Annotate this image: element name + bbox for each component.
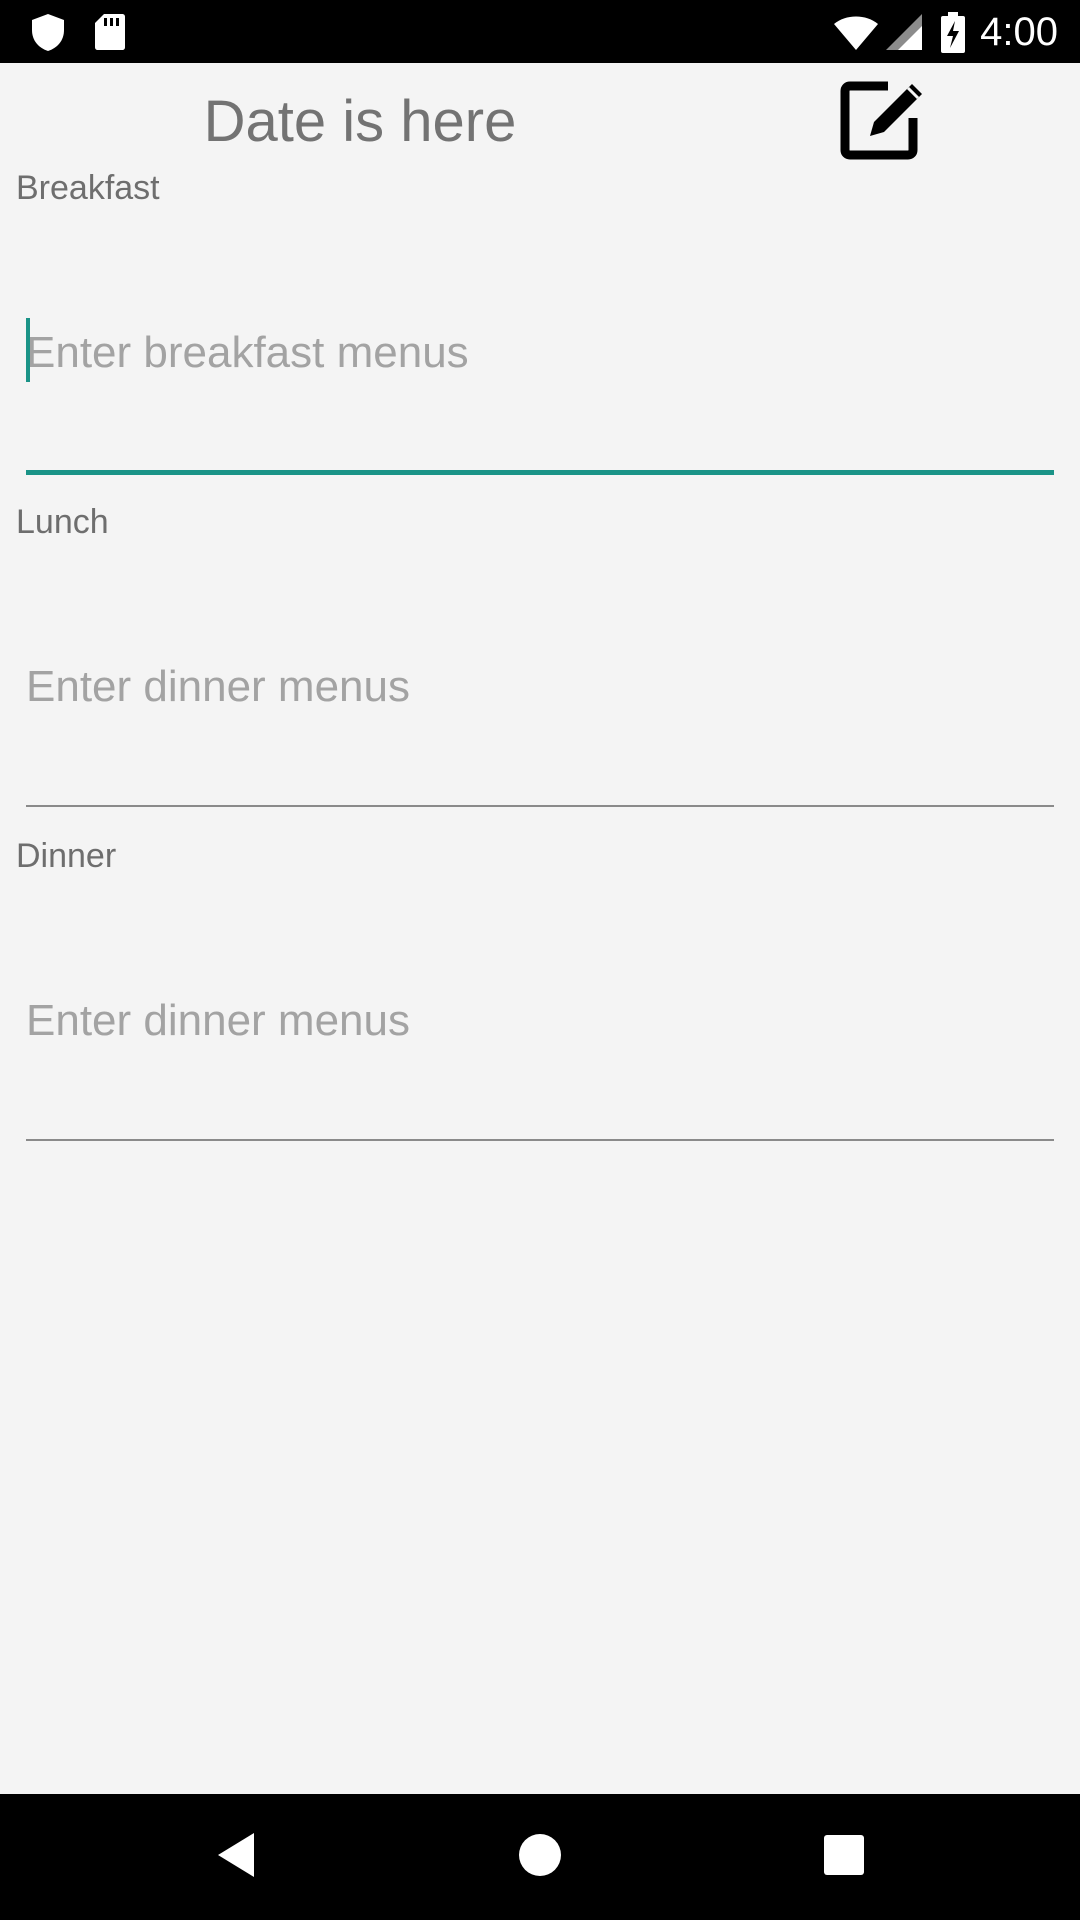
back-button[interactable] [166, 1794, 306, 1920]
dinner-input-underline [26, 1139, 1054, 1141]
back-icon [214, 1830, 258, 1885]
status-time: 4:00 [980, 10, 1058, 54]
sd-card-icon [94, 12, 126, 57]
home-icon [517, 1832, 563, 1883]
battery-charging-icon [940, 12, 966, 59]
edit-icon [840, 81, 928, 166]
home-button[interactable] [470, 1794, 610, 1920]
status-bar: 4:00 [0, 0, 1080, 63]
breakfast-label: Breakfast [16, 169, 160, 207]
lunch-label: Lunch [16, 503, 109, 541]
app-screen: 4:00 Date is here Breakfast Lunch Dinner [0, 0, 1080, 1920]
breakfast-input-underline [26, 470, 1054, 475]
cellular-signal-icon [884, 12, 924, 57]
lunch-input-underline [26, 805, 1054, 807]
edit-button[interactable] [840, 78, 928, 162]
text-cursor [26, 318, 30, 382]
recents-icon [823, 1834, 865, 1881]
wifi-icon [832, 12, 880, 57]
date-title: Date is here [203, 89, 517, 154]
lunch-menu-input[interactable] [26, 632, 1054, 742]
shield-icon [30, 12, 66, 57]
breakfast-menu-input[interactable] [26, 298, 1054, 408]
dinner-label: Dinner [16, 837, 117, 875]
dinner-menu-input[interactable] [26, 966, 1054, 1076]
navigation-bar [0, 1794, 1080, 1920]
recents-button[interactable] [774, 1794, 914, 1920]
